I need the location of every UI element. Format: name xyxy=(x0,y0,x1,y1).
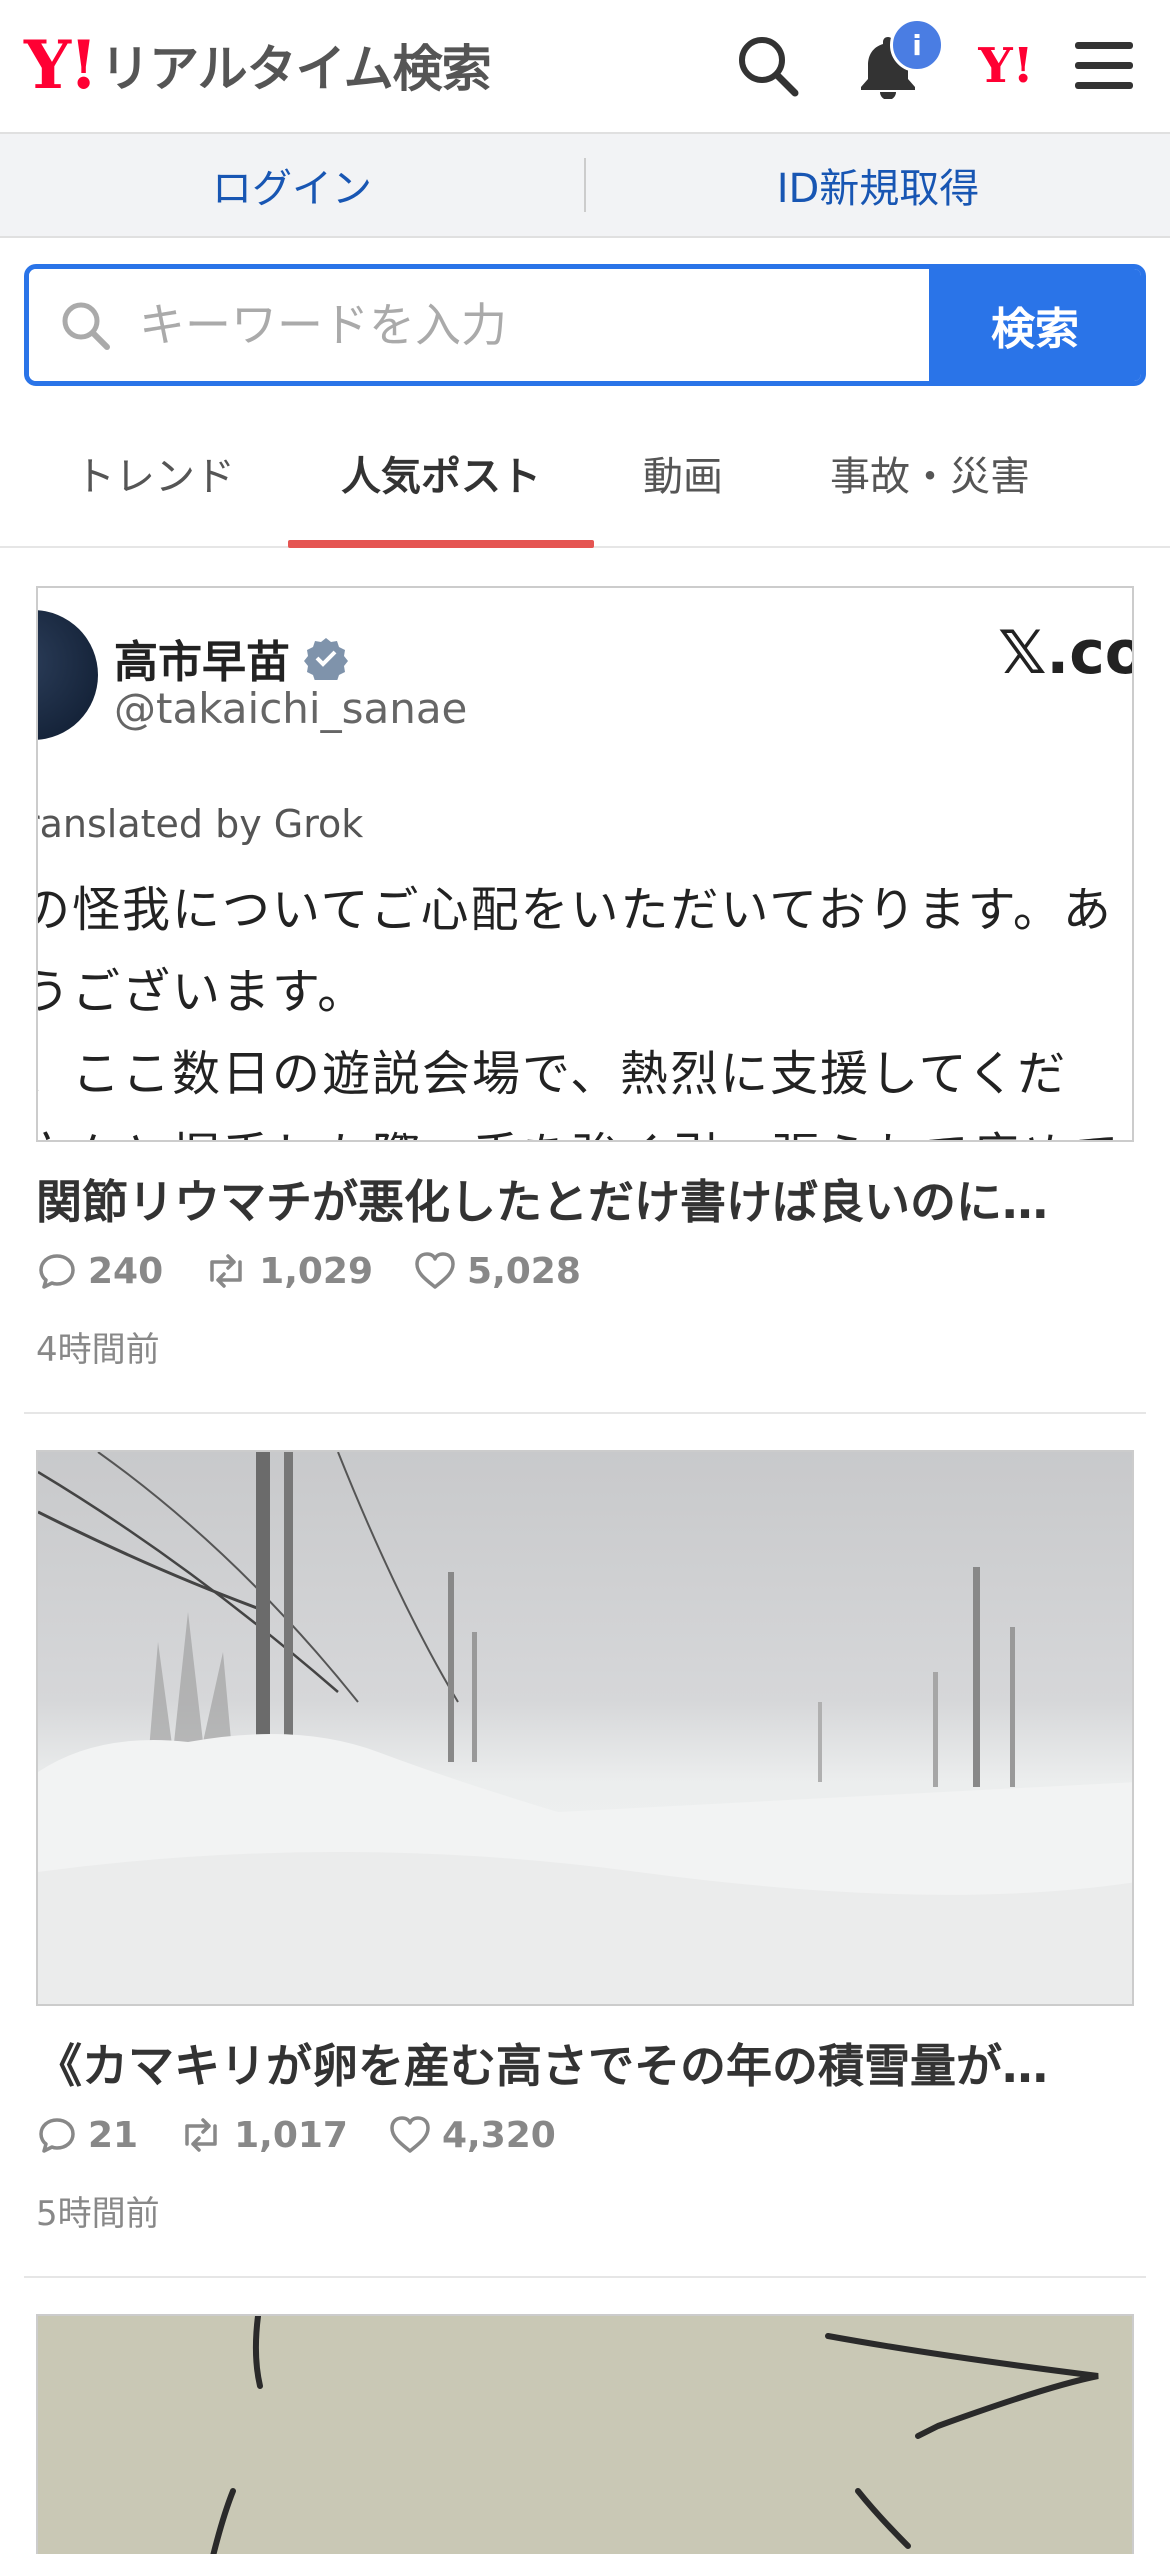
post-image[interactable] xyxy=(36,2314,1134,2554)
search-field-wrapper[interactable] xyxy=(29,269,929,381)
category-tabs: トレンド 人気ポスト 動画 事故・災害 xyxy=(0,400,1170,548)
post-image[interactable] xyxy=(36,1450,1134,2006)
reply-count[interactable]: 21 xyxy=(36,2114,138,2156)
reply-icon xyxy=(39,2118,75,2153)
reply-count[interactable]: 240 xyxy=(36,1250,163,1292)
divider xyxy=(24,1412,1146,1414)
tweet-text-line: 方々と握手した際、手を強く引っ張られて痛めて xyxy=(38,1116,1121,1140)
post-card[interactable]: 《カマキリが卵を産む高さでその年の積雪量が… 21 1,017 4,320 5時… xyxy=(24,1450,1146,2240)
post-stats: 240 1,029 5,028 xyxy=(36,1250,621,1292)
yahoo-mini-logo: Y! xyxy=(978,38,1034,94)
tab-popular-posts[interactable]: 人気ポスト xyxy=(288,400,594,548)
tweet-author-handle: @takaichi_sanae xyxy=(114,684,468,733)
post-time: 5時間前 xyxy=(36,2194,160,2234)
notification-badge: i xyxy=(890,18,944,72)
logo-text: リアルタイム検索 xyxy=(100,40,491,98)
search-button[interactable]: 検索 xyxy=(929,269,1141,381)
like-count[interactable]: 4,320 xyxy=(388,2114,556,2156)
yahoo-logo-icon[interactable]: Y! xyxy=(964,24,1048,108)
search-box: 検索 xyxy=(24,264,1146,386)
tweet-text-line: うございます。 xyxy=(36,964,368,1020)
post-stats: 21 1,017 4,320 xyxy=(36,2114,596,2156)
register-link[interactable]: ID新規取得 xyxy=(586,156,1170,214)
tweet-text-line: の怪我についてご心配をいただいております。あ xyxy=(36,882,1113,938)
tab-video[interactable]: 動画 xyxy=(612,400,754,546)
yahoo-realtime-logo[interactable]: Y! リアルタイム検索 xyxy=(24,26,492,104)
post-title[interactable]: 《カマキリが卵を産む高さでその年の積雪量が… xyxy=(36,2030,1136,2096)
login-link[interactable]: ログイン xyxy=(0,156,584,214)
reply-icon xyxy=(39,1254,75,1289)
search-input[interactable] xyxy=(137,297,841,353)
tab-accident-disaster[interactable]: 事故・災害 xyxy=(800,400,1060,546)
app-header: Y! リアルタイム検索 i Y! xyxy=(0,0,1170,134)
pencil-drawing-photo xyxy=(38,2316,1132,2554)
x-logo-text: 𝕏.co xyxy=(998,618,1134,688)
tweet-author-name: 高市早苗 xyxy=(114,637,290,688)
tweet-screenshot: 高市早苗 @takaichi_sanae 𝕏.co ranslated by G… xyxy=(38,588,1132,1140)
post-time: 4時間前 xyxy=(36,1330,160,1370)
post-title[interactable]: 関節リウマチが悪化したとだけ書けば良いのに… xyxy=(36,1166,1136,1232)
yahoo-logo-mark: Y! xyxy=(24,26,98,104)
heart-icon xyxy=(390,2116,430,2153)
post-card[interactable]: 高市早苗 @takaichi_sanae 𝕏.co ranslated by G… xyxy=(24,586,1146,1376)
repost-count[interactable]: 1,017 xyxy=(178,2114,348,2156)
tab-trend[interactable]: トレンド xyxy=(40,400,270,546)
repost-count[interactable]: 1,029 xyxy=(203,1250,373,1292)
divider xyxy=(24,2276,1146,2278)
avatar xyxy=(38,610,98,740)
search-icon xyxy=(62,302,110,350)
post-card[interactable] xyxy=(24,2314,1146,2554)
translated-by-label: ranslated by Grok xyxy=(36,802,364,846)
heart-icon xyxy=(415,1252,455,1289)
account-links-bar: ログイン ID新規取得 xyxy=(0,134,1170,238)
hamburger-menu-icon[interactable] xyxy=(1062,24,1146,108)
repost-icon xyxy=(185,2118,217,2152)
snow-scene-photo xyxy=(38,1452,1132,2004)
search-icon[interactable] xyxy=(726,24,810,108)
notification-button[interactable]: i xyxy=(846,18,944,108)
verified-badge-icon xyxy=(304,638,348,680)
post-image[interactable]: 高市早苗 @takaichi_sanae 𝕏.co ranslated by G… xyxy=(36,586,1134,1142)
tweet-text-line: 、ここ数日の遊説会場で、熱烈に支援してくだ xyxy=(36,1046,1068,1102)
repost-icon xyxy=(210,1254,242,1288)
like-count[interactable]: 5,028 xyxy=(413,1250,581,1292)
